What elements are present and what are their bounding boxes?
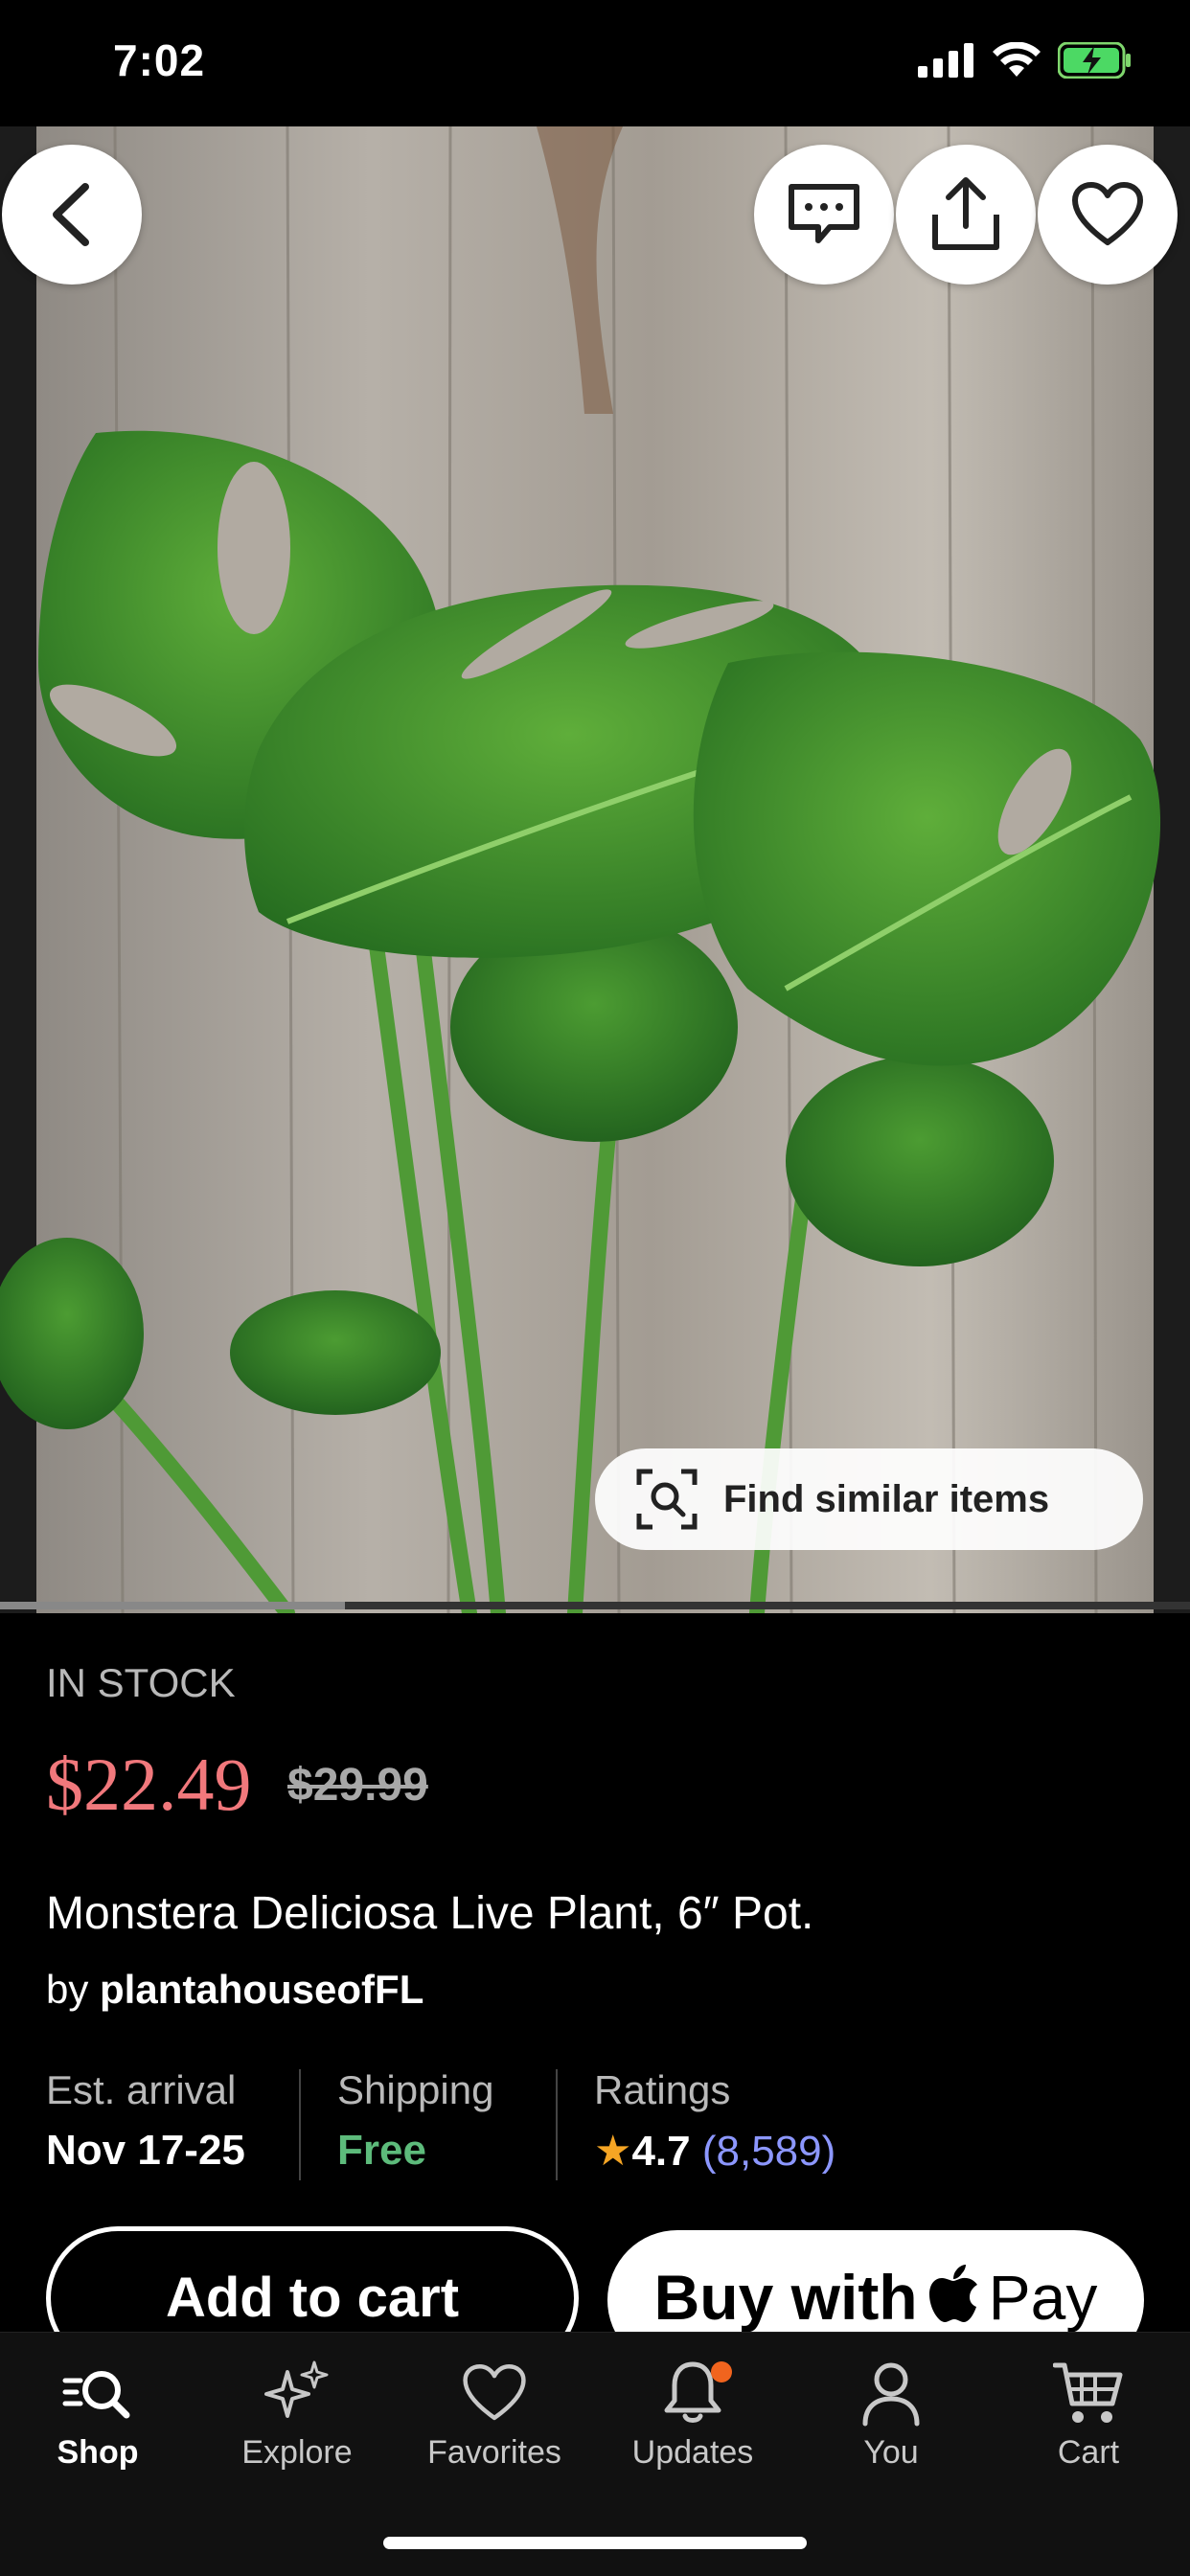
shipping-label: Shipping — [337, 2067, 494, 2112]
original-price: $29.99 — [287, 1760, 428, 1811]
heart-icon — [462, 2352, 527, 2434]
sale-price: $22.49 — [46, 1743, 252, 1826]
message-seller-button[interactable] — [754, 145, 894, 285]
tab-you-label: You — [863, 2434, 919, 2471]
tab-cart[interactable]: Cart — [993, 2352, 1184, 2472]
signal-icon — [918, 43, 973, 78]
divider — [556, 2069, 558, 2180]
back-button[interactable] — [2, 145, 142, 285]
sparkles-icon — [263, 2352, 332, 2434]
shop-search-icon — [59, 2352, 136, 2434]
seller-name[interactable]: plantahouseofFL — [100, 1967, 423, 2012]
status-icons — [918, 42, 1133, 79]
home-indicator — [383, 2537, 807, 2549]
stock-status: IN STOCK — [46, 1660, 236, 1705]
tab-explore-label: Explore — [241, 2434, 353, 2471]
tab-updates-label: Updates — [631, 2434, 754, 2471]
tab-explore[interactable]: Explore — [201, 2352, 393, 2472]
tab-favorites[interactable]: Favorites — [399, 2352, 590, 2472]
estimated-arrival: Est. arrival Nov 17-25 — [46, 2067, 245, 2175]
seller-line[interactable]: by plantahouseofFL — [46, 1967, 423, 2013]
product-image[interactable] — [0, 126, 1190, 1613]
arrival-label: Est. arrival — [46, 2067, 237, 2112]
find-similar-label: Find similar items — [723, 1477, 1050, 1520]
share-icon — [932, 177, 999, 250]
shipping-value: Free — [337, 2127, 426, 2174]
battery-charging-icon — [1058, 42, 1131, 79]
find-similar-button[interactable]: Find similar items — [595, 1448, 1143, 1550]
rating-score: 4.7 — [631, 2128, 691, 2175]
product-title: Monstera Deliciosa Live Plant, 6″ Pot. — [46, 1888, 814, 1939]
visual-search-icon — [635, 1468, 698, 1531]
tab-favorites-label: Favorites — [427, 2434, 561, 2471]
share-button[interactable] — [896, 145, 1036, 285]
divider — [299, 2069, 301, 2180]
bell-icon — [661, 2352, 732, 2434]
notification-badge — [711, 2361, 732, 2382]
apple-logo-icon — [928, 2265, 977, 2322]
gallery-progress-fill — [0, 1602, 346, 1609]
arrival-value: Nov 17-25 — [46, 2127, 245, 2174]
star-icon: ★ — [594, 2128, 632, 2175]
ratings-label: Ratings — [594, 2067, 731, 2112]
cart-icon — [1053, 2352, 1124, 2434]
gallery-progress-bar — [0, 1602, 1190, 1609]
wifi-icon — [993, 42, 1041, 77]
message-icon — [789, 184, 859, 243]
status-time: 7:02 — [113, 35, 206, 85]
tab-shop[interactable]: Shop — [2, 2352, 194, 2472]
ratings-value[interactable]: ★4.7 (8,589) — [594, 2127, 835, 2176]
rating-count[interactable]: (8,589) — [702, 2128, 835, 2175]
tab-cart-label: Cart — [1057, 2434, 1120, 2471]
favorite-button[interactable] — [1038, 145, 1178, 285]
heart-icon — [1072, 182, 1143, 245]
tab-shop-label: Shop — [57, 2434, 139, 2471]
ratings-info[interactable]: Ratings ★4.7 (8,589) — [594, 2067, 835, 2176]
seller-prefix: by — [46, 1967, 89, 2012]
tab-updates[interactable]: Updates — [597, 2352, 789, 2472]
chevron-left-icon — [53, 183, 89, 246]
tab-you[interactable]: You — [795, 2352, 987, 2472]
shipping-info: Shipping Free — [337, 2067, 493, 2175]
person-icon — [859, 2352, 923, 2434]
